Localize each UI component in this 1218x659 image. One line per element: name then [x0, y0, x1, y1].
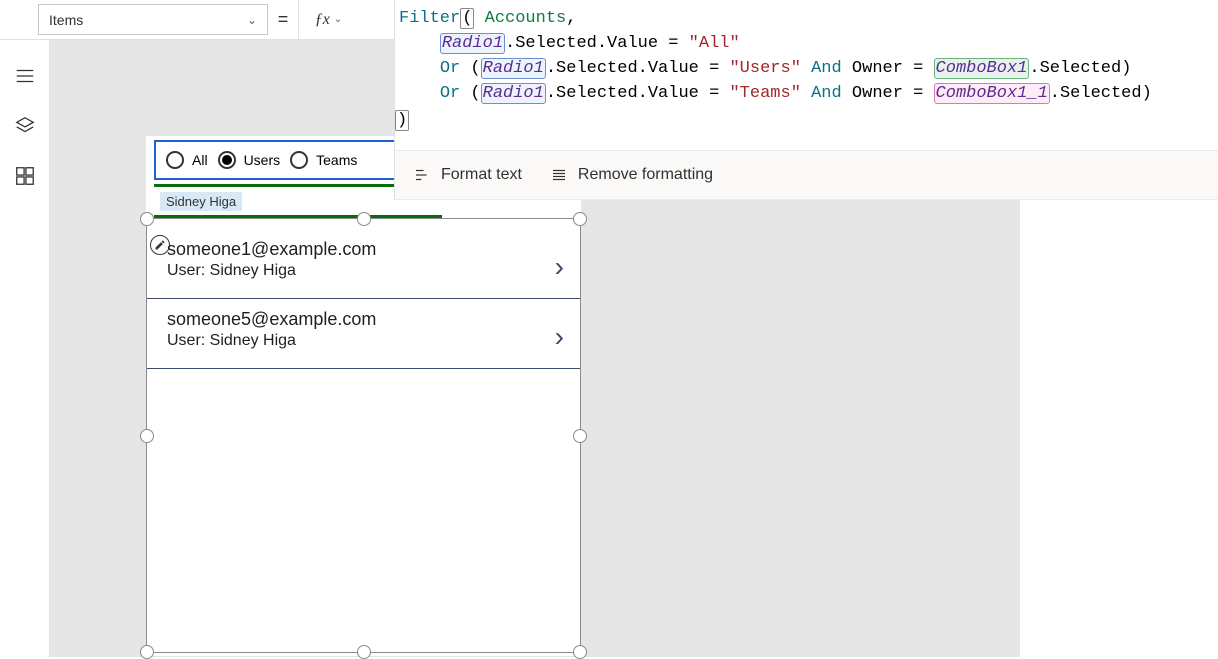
formula-panel: Filter( Accounts, Radio1.Selected.Value …: [394, 0, 1218, 200]
resize-handle[interactable]: [140, 212, 154, 226]
gallery-item-subtitle: User: Sidney Higa: [167, 262, 566, 280]
gallery-item[interactable]: someone5@example.com User: Sidney Higa ›: [147, 299, 580, 369]
combobox-selected-tag: Sidney Higa: [160, 192, 242, 211]
equals-sign: =: [268, 0, 298, 39]
radio-option-users[interactable]: Users: [218, 151, 281, 169]
gallery-item-title: someone1@example.com: [167, 239, 566, 260]
gallery-control-selected[interactable]: someone1@example.com User: Sidney Higa ›…: [146, 218, 581, 653]
remove-formatting-label: Remove formatting: [578, 166, 713, 184]
radio-label: Users: [244, 152, 281, 168]
format-text-label: Format text: [441, 166, 522, 184]
chevron-down-icon: ⌄: [247, 13, 257, 27]
gallery-item-title: someone5@example.com: [167, 309, 566, 330]
left-nav-rail: [0, 40, 50, 657]
chevron-right-icon[interactable]: ›: [555, 251, 564, 283]
components-icon[interactable]: [14, 165, 36, 187]
tree-view-icon[interactable]: [14, 65, 36, 87]
layers-icon[interactable]: [14, 115, 36, 137]
remove-formatting-icon: [550, 166, 568, 184]
format-text-button[interactable]: Format text: [413, 166, 522, 184]
property-selector-value: Items: [49, 12, 83, 28]
radio-circle-icon: [166, 151, 184, 169]
resize-handle[interactable]: [573, 429, 587, 443]
gallery-item-subtitle: User: Sidney Higa: [167, 332, 566, 350]
resize-handle[interactable]: [140, 429, 154, 443]
resize-handle[interactable]: [573, 212, 587, 226]
chevron-right-icon[interactable]: ›: [555, 321, 564, 353]
fx-button[interactable]: ƒx ⌄: [298, 0, 358, 39]
resize-handle[interactable]: [357, 212, 371, 226]
remove-formatting-button[interactable]: Remove formatting: [550, 166, 713, 184]
format-text-icon: [413, 166, 431, 184]
radio-label: Teams: [316, 152, 357, 168]
radio-option-all[interactable]: All: [166, 151, 208, 169]
radio-label: All: [192, 152, 208, 168]
formula-editor[interactable]: Filter( Accounts, Radio1.Selected.Value …: [395, 0, 1218, 150]
radio-option-teams[interactable]: Teams: [290, 151, 357, 169]
fx-icon: ƒx: [315, 11, 330, 29]
chevron-down-icon: ⌄: [334, 14, 342, 25]
formula-close-paren: ): [395, 110, 409, 131]
property-selector[interactable]: Items ⌄: [38, 4, 268, 35]
formula-format-bar: Format text Remove formatting: [395, 150, 1218, 200]
radio-circle-icon: [290, 151, 308, 169]
radio-circle-icon: [218, 151, 236, 169]
gallery-item[interactable]: someone1@example.com User: Sidney Higa ›: [147, 229, 580, 299]
formula-text[interactable]: Filter( Accounts, Radio1.Selected.Value …: [399, 6, 1218, 106]
